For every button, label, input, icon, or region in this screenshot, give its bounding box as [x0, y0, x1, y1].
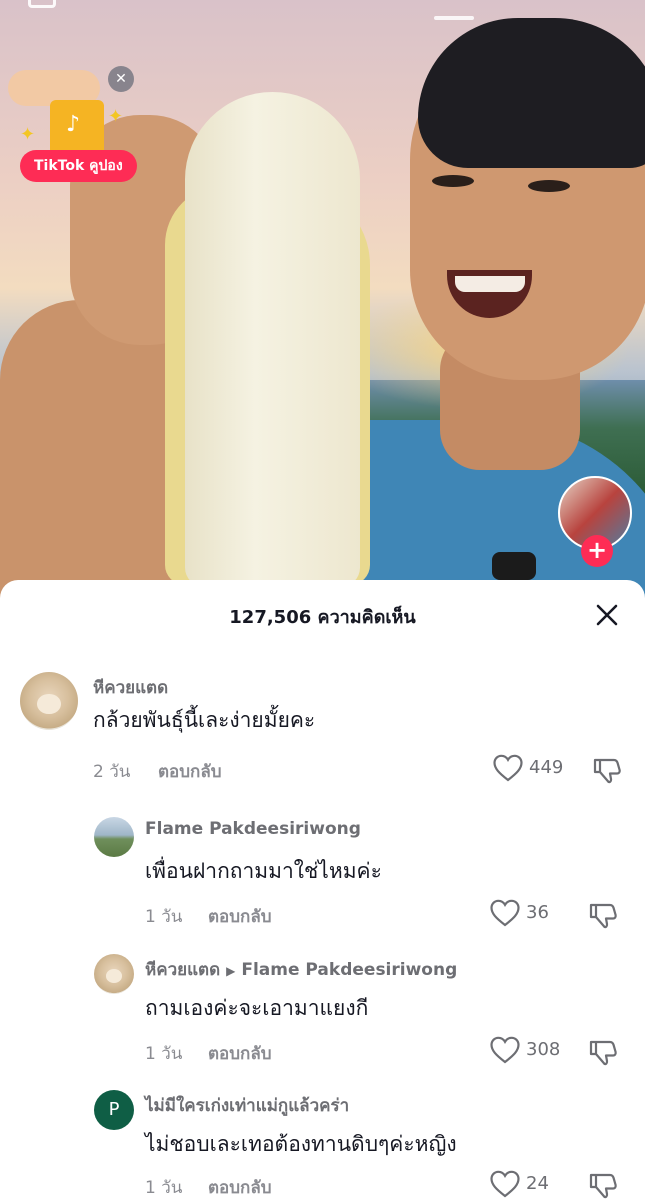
avatar[interactable]: P — [94, 1090, 134, 1130]
comment-author[interactable]: Flame Pakdeesiriwong — [145, 819, 361, 839]
comment-text: ไม่ชอบเละเทอต้องทานดิบๆค่ะหญิง — [145, 1132, 457, 1156]
thumbs-down-icon[interactable] — [588, 1037, 618, 1067]
like-button[interactable]: 449 — [493, 754, 573, 784]
follow-button[interactable]: + — [581, 535, 613, 567]
coupon-close-button[interactable]: ✕ — [108, 66, 134, 92]
like-button[interactable]: 36 — [490, 899, 560, 929]
reply-button[interactable]: ตอบกลับ — [208, 903, 272, 930]
heart-icon — [493, 754, 523, 782]
comment-count: 127,506 — [229, 607, 312, 628]
like-button[interactable]: 24 — [490, 1170, 560, 1200]
comment-text: กล้วยพันธุ์นี้เละง่ายมั้ยคะ — [93, 708, 316, 732]
tiktok-logo-icon: ♪ — [66, 112, 81, 137]
avatar[interactable] — [94, 954, 134, 994]
close-icon[interactable] — [590, 598, 624, 632]
coupon-label[interactable]: TikTok คูปอง — [20, 150, 137, 182]
comment-author[interactable]: ไม่มีใครเก่งเท่าแม่กูแล้วคร่า — [145, 1092, 349, 1119]
sparkle-icon: ✦ — [20, 124, 36, 145]
heart-icon — [490, 1036, 520, 1064]
reply-button[interactable]: ตอบกลับ — [158, 758, 222, 785]
banana — [185, 92, 360, 587]
comment-time: 1 วัน — [145, 1044, 183, 1064]
reply-button[interactable]: ตอบกลับ — [208, 1174, 272, 1200]
lapel-mic — [492, 552, 536, 580]
reply-button[interactable]: ตอบกลับ — [208, 1040, 272, 1067]
live-icon[interactable] — [28, 0, 56, 8]
avatar[interactable] — [94, 817, 134, 857]
video-person-hair — [418, 18, 645, 168]
heart-icon — [490, 1170, 520, 1198]
video-person-teeth — [455, 276, 525, 292]
comment-author-line: หีควยแตด ▶ Flame Pakdeesiriwong — [145, 956, 457, 983]
comment-author[interactable]: หีควยแตด — [145, 960, 220, 980]
video-person-arm — [0, 300, 190, 600]
comment-text: เพื่อนฝากถามมาใช่ไหมค่ะ — [145, 859, 382, 883]
search-indicator[interactable] — [434, 16, 474, 20]
heart-icon — [490, 899, 520, 927]
comments-header: 127,506 ความคิดเห็น — [0, 602, 645, 631]
comment-text: ถามเองค่ะจะเอามาแยงกี — [145, 996, 369, 1020]
video-person-eye — [528, 180, 570, 192]
thumbs-down-icon[interactable] — [588, 900, 618, 930]
comment-time: 2 วัน — [93, 762, 131, 782]
like-count: 308 — [526, 1039, 561, 1060]
video-person-eye — [432, 175, 474, 187]
like-count: 36 — [526, 902, 549, 923]
comments-sheet: 127,506 ความคิดเห็น หีควยแตด กล้วยพันธุ์… — [0, 580, 645, 1200]
like-count: 449 — [529, 757, 564, 778]
reply-to-author[interactable]: Flame Pakdeesiriwong — [241, 960, 457, 980]
sparkle-icon: ✦ — [108, 106, 124, 127]
comment-count-label: ความคิดเห็น — [317, 607, 416, 628]
comment-author[interactable]: หีควยแตด — [93, 674, 168, 701]
avatar[interactable] — [20, 672, 78, 730]
like-count: 24 — [526, 1173, 549, 1194]
reply-arrow-icon: ▶ — [226, 964, 236, 978]
thumbs-down-icon[interactable] — [588, 1170, 618, 1200]
comment-time: 1 วัน — [145, 907, 183, 927]
thumbs-down-icon[interactable] — [592, 755, 622, 785]
comment-time: 1 วัน — [145, 1178, 183, 1198]
like-button[interactable]: 308 — [490, 1036, 570, 1066]
